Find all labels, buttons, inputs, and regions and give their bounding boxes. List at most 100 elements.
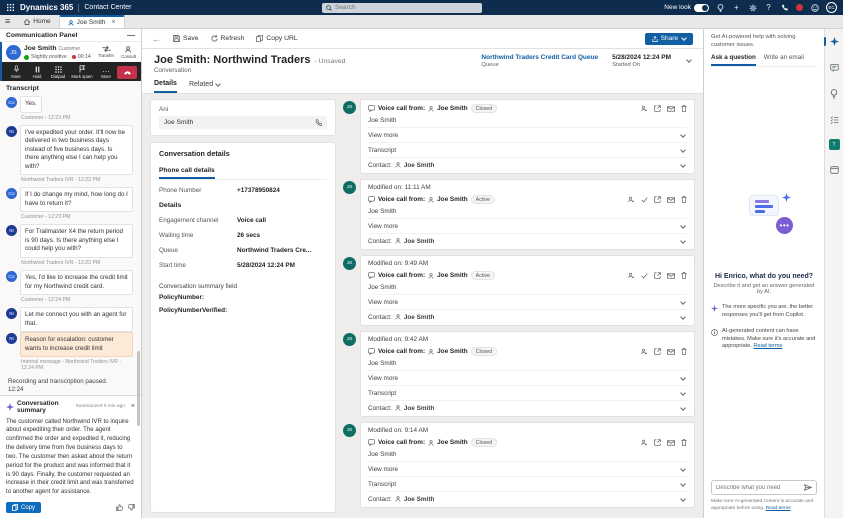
- copy-summary-button[interactable]: Copy: [6, 502, 42, 513]
- phone-icon[interactable]: [780, 3, 789, 12]
- assign-icon[interactable]: [641, 439, 648, 446]
- footer-read-terms-link[interactable]: Read terms: [766, 506, 791, 511]
- view-more-row[interactable]: View more: [368, 370, 687, 385]
- ani-field[interactable]: Joe Smith: [159, 116, 327, 129]
- delete-icon[interactable]: [681, 196, 687, 203]
- close-activity-icon[interactable]: [641, 272, 648, 279]
- view-more-row[interactable]: View more: [368, 127, 687, 142]
- contact-row[interactable]: Contact: Joe Smith: [368, 157, 687, 172]
- header-expand-chevron-icon[interactable]: [686, 57, 692, 63]
- queue-link[interactable]: Northwind Traders Credit Card Queue: [481, 54, 598, 61]
- refresh-button[interactable]: Refresh: [211, 35, 244, 42]
- lightbulb-icon[interactable]: [716, 3, 725, 12]
- recording-status-dot[interactable]: [796, 4, 803, 11]
- transcript-message: CU Yes. Customer - 12:23 PM: [6, 96, 133, 125]
- app-brand[interactable]: Dynamics 365: [20, 3, 73, 12]
- delete-icon[interactable]: [681, 439, 687, 446]
- open-record-icon[interactable]: [654, 439, 661, 446]
- timeline-column[interactable]: JS Voice call from: Joe Smith Closed Joe…: [343, 99, 695, 513]
- save-button[interactable]: Save: [173, 35, 199, 42]
- tab-details[interactable]: Details: [154, 80, 177, 93]
- minimize-panel-icon[interactable]: —: [127, 31, 135, 40]
- open-record-icon[interactable]: [654, 272, 661, 279]
- view-more-row[interactable]: View more: [368, 461, 687, 476]
- tab-phone-call-details[interactable]: Phone call details: [159, 167, 215, 179]
- copilot-prompt-box[interactable]: [711, 480, 817, 496]
- read-terms-link[interactable]: Read terms: [753, 343, 782, 349]
- view-more-row[interactable]: View more: [368, 294, 687, 309]
- call-contact-icon[interactable]: [315, 119, 322, 126]
- email-icon[interactable]: [667, 105, 675, 112]
- dialpad-button[interactable]: Dialpad: [48, 65, 68, 79]
- user-avatar[interactable]: EC: [826, 2, 837, 13]
- open-record-icon[interactable]: [654, 196, 661, 203]
- email-icon[interactable]: [667, 196, 675, 203]
- tasks-rail-icon[interactable]: [828, 113, 841, 126]
- contact-row[interactable]: Contact: Joe Smith: [368, 400, 687, 415]
- waffle-icon[interactable]: [6, 3, 15, 12]
- back-button[interactable]: ←: [152, 34, 161, 44]
- thumbs-down-icon[interactable]: [128, 504, 135, 511]
- end-call-button[interactable]: [117, 65, 137, 79]
- delete-icon[interactable]: [681, 348, 687, 355]
- assign-icon[interactable]: [641, 105, 648, 112]
- contact-row[interactable]: Contact: Joe Smith: [368, 309, 687, 324]
- thumbs-up-icon[interactable]: [116, 504, 123, 511]
- notes-rail-icon[interactable]: [828, 61, 841, 74]
- tab-related[interactable]: Related: [189, 81, 221, 92]
- email-icon[interactable]: [667, 272, 675, 279]
- new-look-toggle[interactable]: [694, 3, 709, 12]
- transcript-row[interactable]: Transcript: [368, 385, 687, 400]
- contact-row[interactable]: Contact: Joe Smith: [368, 233, 687, 248]
- tab-home[interactable]: Home: [16, 15, 58, 28]
- transcript-row[interactable]: Transcript: [368, 142, 687, 157]
- open-record-icon[interactable]: [654, 348, 661, 355]
- tab-joe-smith[interactable]: Joe Smith ×: [58, 15, 125, 28]
- copilot-rail-icon[interactable]: [823, 35, 841, 48]
- call-person-link[interactable]: Joe Smith: [437, 439, 468, 446]
- call-person-link[interactable]: Joe Smith: [437, 105, 468, 112]
- tab-ask-a-question[interactable]: Ask a question: [711, 54, 756, 67]
- close-tab-icon[interactable]: ×: [112, 19, 116, 26]
- assign-icon[interactable]: [628, 272, 635, 279]
- help-icon[interactable]: ?: [764, 3, 773, 12]
- call-person-link[interactable]: Joe Smith: [437, 348, 468, 355]
- call-person-link[interactable]: Joe Smith: [437, 272, 468, 279]
- assign-icon[interactable]: [641, 348, 648, 355]
- contact-row[interactable]: Contact: Joe Smith: [368, 491, 687, 506]
- hold-button[interactable]: Hold: [27, 65, 47, 79]
- settings-icon[interactable]: [748, 3, 757, 12]
- assign-icon[interactable]: [628, 196, 635, 203]
- feedback-smiley-icon[interactable]: [810, 3, 819, 12]
- delete-icon[interactable]: [681, 272, 687, 279]
- search-input[interactable]: [335, 4, 478, 11]
- close-activity-icon[interactable]: [641, 196, 648, 203]
- browser-rail-icon[interactable]: [828, 163, 841, 176]
- share-button[interactable]: Share: [644, 32, 693, 45]
- transfer-button[interactable]: Transfer: [98, 46, 114, 59]
- lightbulb-rail-icon[interactable]: [828, 87, 841, 100]
- mute-button[interactable]: Mute: [6, 65, 26, 79]
- transcript-message-list[interactable]: CU Yes. Customer - 12:23 PM NI I've expe…: [0, 94, 141, 395]
- close-summary-icon[interactable]: ×: [131, 403, 135, 410]
- global-search[interactable]: [322, 2, 482, 13]
- tab-write-an-email[interactable]: Write an email: [764, 54, 804, 66]
- delete-icon[interactable]: [681, 105, 687, 112]
- email-icon[interactable]: [667, 439, 675, 446]
- open-record-icon[interactable]: [654, 105, 661, 112]
- teams-app-rail-icon[interactable]: T: [828, 139, 840, 150]
- call-person-link[interactable]: Joe Smith: [437, 196, 468, 203]
- email-icon[interactable]: [667, 348, 675, 355]
- view-more-row[interactable]: View more: [368, 218, 687, 233]
- mark-spam-button[interactable]: Mark spam: [69, 65, 95, 79]
- add-icon[interactable]: +: [732, 3, 741, 12]
- transcript-row[interactable]: Transcript: [368, 476, 687, 491]
- detail-field-row: Queue Northwind Traders Cre...: [159, 247, 312, 254]
- copy-url-button[interactable]: Copy URL: [256, 35, 298, 42]
- hamburger-icon[interactable]: ≡: [5, 16, 10, 26]
- copilot-prompt-input[interactable]: [716, 484, 801, 491]
- more-button[interactable]: … More: [96, 65, 116, 80]
- transcript-scrollbar[interactable]: [137, 351, 140, 426]
- consult-button[interactable]: Consult: [121, 46, 136, 59]
- send-icon[interactable]: [804, 484, 812, 491]
